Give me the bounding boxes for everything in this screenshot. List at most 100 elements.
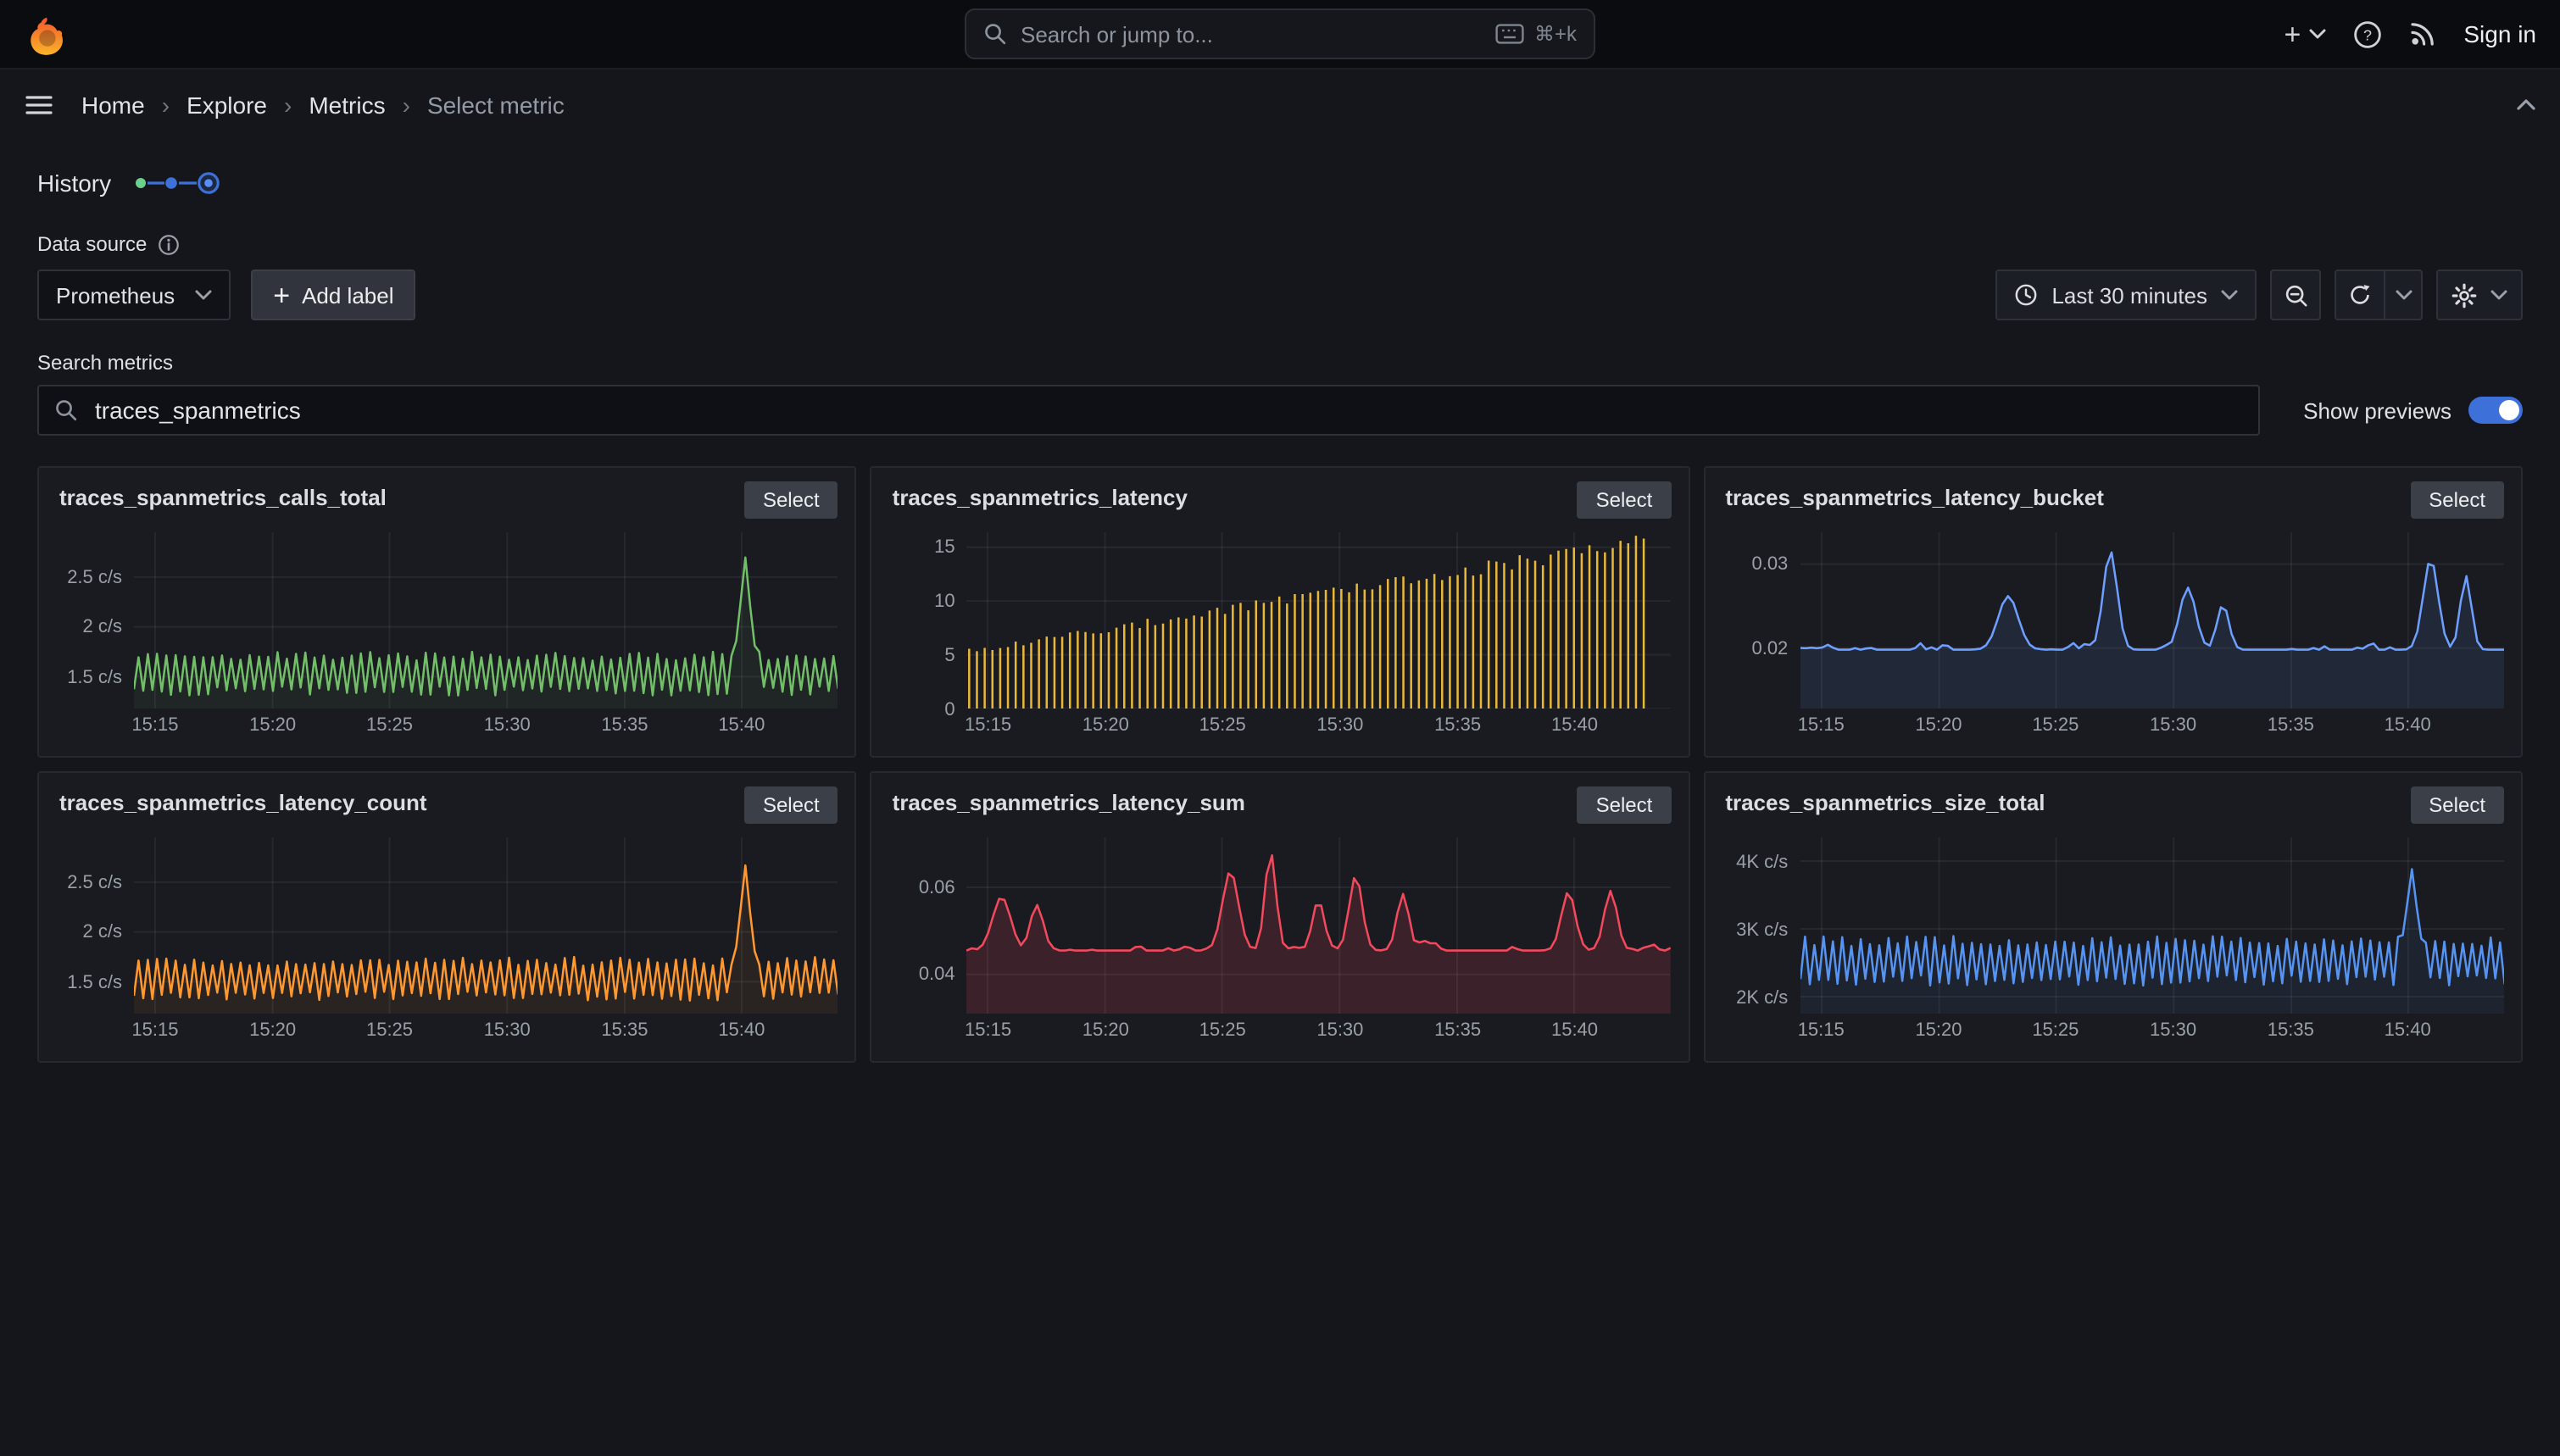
chevron-down-icon	[2490, 290, 2507, 300]
chart-svg	[967, 837, 1672, 1014]
x-tick-label: 15:25	[1199, 715, 1246, 736]
zoom-out-icon	[2283, 282, 2308, 308]
show-previews-toggle[interactable]	[2468, 397, 2523, 424]
gear-icon	[2451, 282, 2477, 308]
breadcrumb-separator: ›	[403, 92, 410, 119]
panel-header: traces_spanmetrics_size_total Select	[1722, 786, 2504, 824]
add-menu-button[interactable]: +	[2285, 19, 2327, 48]
x-tick-label: 15:15	[1798, 715, 1845, 736]
panel-header: traces_spanmetrics_latency_count Select	[56, 786, 838, 824]
panel-select-button[interactable]: Select	[1578, 786, 1672, 824]
add-label-button[interactable]: + Add label	[251, 270, 415, 320]
hamburger-icon	[24, 90, 54, 120]
x-tick-label: 15:40	[1551, 715, 1598, 736]
chart-plot	[967, 532, 1672, 709]
breadcrumb-metrics[interactable]: Metrics	[309, 92, 385, 119]
x-tick-label: 15:20	[1915, 1020, 1962, 1041]
grafana-app: Search or jump to... ⌘+k +	[0, 0, 2560, 1456]
chevron-down-icon	[2221, 290, 2238, 300]
x-tick-label: 15:40	[1551, 1020, 1598, 1041]
x-tick-label: 15:25	[1199, 1020, 1246, 1041]
y-tick-label: 2K c/s	[1736, 987, 1788, 1008]
chart-plot	[967, 837, 1672, 1014]
x-tick-label: 15:15	[1798, 1020, 1845, 1041]
panel-chart: 0.030.02	[1722, 532, 2504, 709]
add-label-text: Add label	[302, 282, 393, 308]
metrics-search-input[interactable]	[92, 395, 2242, 425]
breadcrumb-home[interactable]: Home	[81, 92, 145, 119]
panel-select-button[interactable]: Select	[1578, 481, 1672, 519]
chevron-up-icon	[2516, 98, 2536, 112]
sign-in-link[interactable]: Sign in	[2463, 20, 2536, 47]
chart-svg	[1800, 837, 2504, 1014]
panel-select-button[interactable]: Select	[2410, 786, 2504, 824]
history-row: History	[37, 164, 2523, 202]
help-icon[interactable]: ?	[2353, 19, 2382, 48]
info-icon[interactable]	[157, 233, 179, 255]
y-tick-label: 15	[934, 538, 955, 559]
grafana-logo[interactable]	[24, 12, 68, 56]
y-axis-labels: 4K c/s3K c/s2K c/s	[1722, 837, 1800, 1014]
svg-text:?: ?	[2363, 25, 2372, 42]
metric-panel: traces_spanmetrics_latency_bucket Select…	[1703, 466, 2523, 758]
x-tick-label: 15:30	[484, 1020, 531, 1041]
topbar-actions: + ? Sign in	[2285, 19, 2537, 48]
search-icon	[54, 398, 78, 422]
panel-title: traces_spanmetrics_latency_sum	[893, 790, 1245, 815]
y-axis-labels: 151050	[889, 532, 967, 709]
panel-title: traces_spanmetrics_latency	[893, 485, 1188, 510]
x-tick-label: 15:15	[965, 1020, 1011, 1041]
time-range-picker[interactable]: Last 30 minutes	[1995, 270, 2257, 320]
metric-panel: traces_spanmetrics_latency_sum Select 0.…	[871, 771, 1690, 1063]
y-tick-label: 0.04	[919, 965, 955, 986]
x-axis-labels: 15:1515:2015:2515:3015:3515:40	[967, 1020, 1672, 1048]
panel-select-button[interactable]: Select	[744, 786, 838, 824]
plus-icon: +	[2285, 19, 2301, 48]
y-tick-label: 2.5 c/s	[67, 568, 122, 588]
chart-plot	[134, 837, 838, 1014]
collapse-header-button[interactable]	[2516, 98, 2536, 112]
global-search-placeholder: Search or jump to...	[1021, 21, 1213, 47]
x-tick-label: 15:25	[366, 1020, 413, 1041]
x-tick-label: 15:20	[1915, 715, 1962, 736]
x-tick-label: 15:35	[2268, 1020, 2314, 1041]
panel-header: traces_spanmetrics_calls_total Select	[56, 481, 838, 519]
x-tick-label: 15:15	[131, 715, 178, 736]
settings-button[interactable]	[2436, 270, 2523, 320]
panel-title: traces_spanmetrics_calls_total	[59, 485, 387, 510]
zoom-out-button[interactable]	[2270, 270, 2321, 320]
menu-toggle-button[interactable]	[24, 90, 54, 120]
datasource-section-label: Data source	[37, 232, 2523, 256]
chart-svg	[134, 532, 838, 709]
breadcrumb-explore[interactable]: Explore	[186, 92, 267, 119]
refresh-split-button	[2335, 270, 2423, 320]
refresh-icon	[2348, 283, 2372, 307]
news-rss-icon[interactable]	[2409, 20, 2436, 47]
datasource-label: Data source	[37, 232, 147, 256]
panel-chart: 0.060.04	[889, 837, 1672, 1014]
x-tick-label: 15:15	[131, 1020, 178, 1041]
y-axis-labels: 2.5 c/s2 c/s1.5 c/s	[56, 532, 134, 709]
x-tick-label: 15:20	[1082, 715, 1129, 736]
time-toolbar: Last 30 minutes	[1995, 270, 2523, 320]
x-tick-label: 15:20	[249, 1020, 296, 1041]
panel-title: traces_spanmetrics_latency_bucket	[1725, 485, 2104, 510]
history-label: History	[37, 169, 111, 197]
panel-title: traces_spanmetrics_latency_count	[59, 790, 427, 815]
panel-select-button[interactable]: Select	[2410, 481, 2504, 519]
chart-svg	[1800, 532, 2504, 709]
clock-icon	[2014, 283, 2038, 307]
x-tick-label: 15:30	[1316, 1020, 1363, 1041]
y-tick-label: 2 c/s	[83, 618, 122, 638]
metrics-search-box[interactable]	[37, 385, 2259, 436]
history-trail-icon[interactable]	[131, 171, 223, 195]
y-tick-label: 0.03	[1751, 555, 1788, 575]
refresh-interval-button[interactable]	[2385, 270, 2423, 320]
panel-chart: 151050	[889, 532, 1672, 709]
datasource-picker[interactable]: Prometheus	[37, 270, 231, 320]
panel-select-button[interactable]: Select	[744, 481, 838, 519]
top-nav-bar: Search or jump to... ⌘+k +	[0, 0, 2560, 69]
global-search-box[interactable]: Search or jump to... ⌘+k	[965, 8, 1595, 59]
metric-panel: traces_spanmetrics_size_total Select 4K …	[1703, 771, 2523, 1063]
refresh-button[interactable]	[2335, 270, 2385, 320]
